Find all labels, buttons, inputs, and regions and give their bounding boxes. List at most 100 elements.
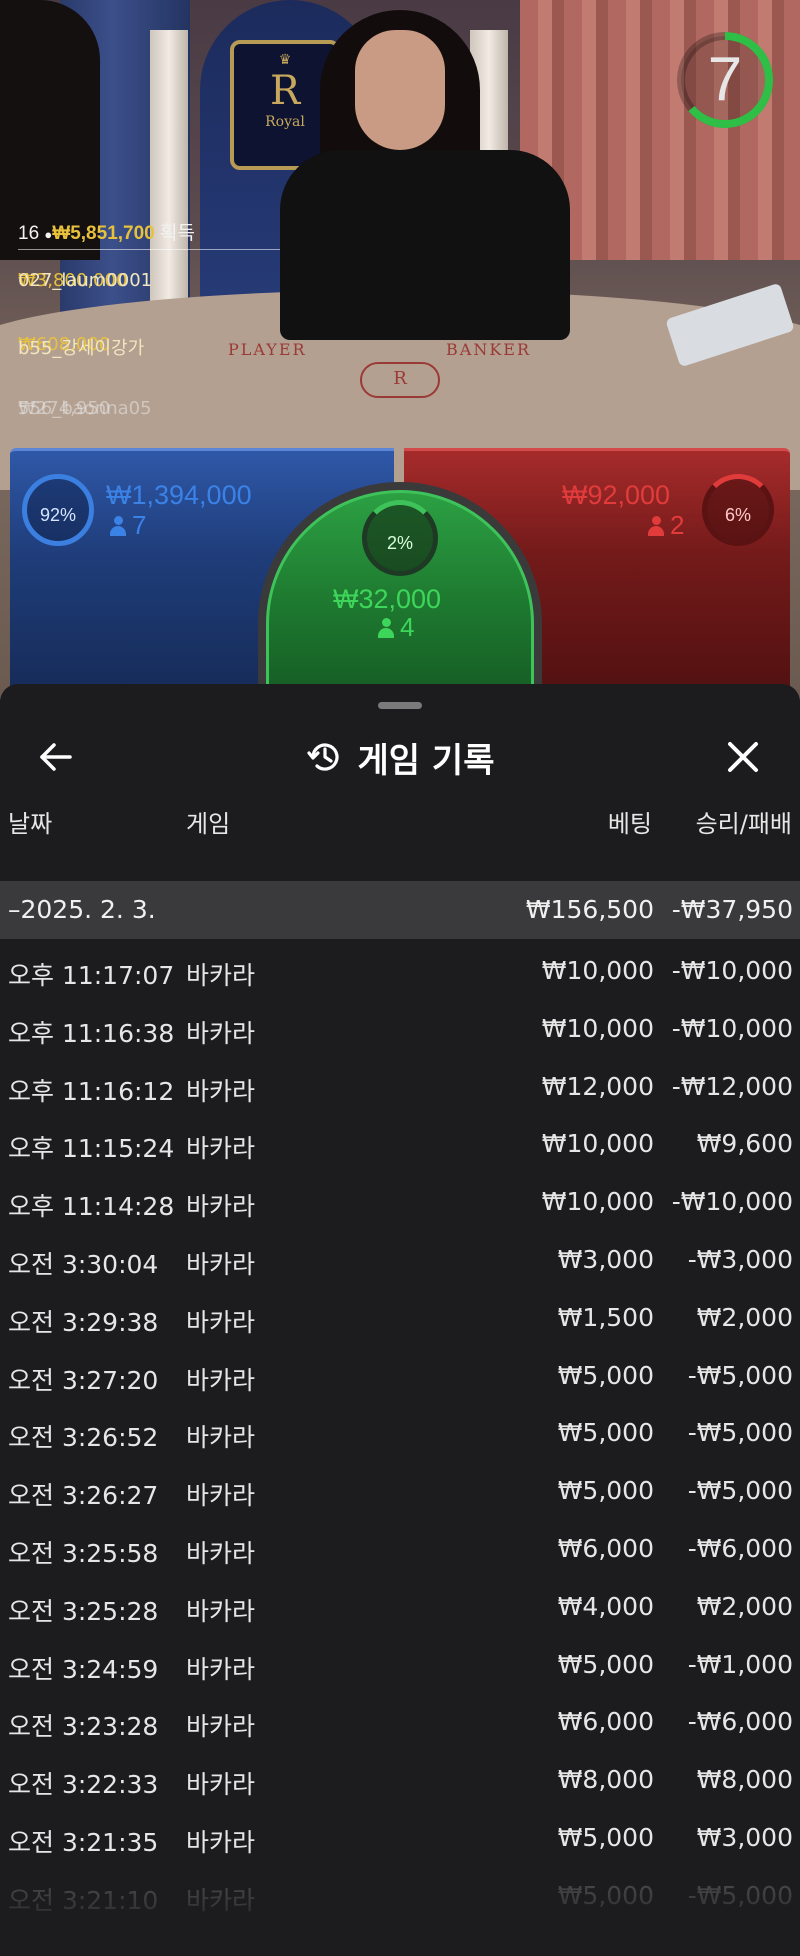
history-row[interactable]: 오후 11:16:12 바카라 ₩12,000 -₩12,000 [0,1058,800,1116]
history-row-result: -₩10,000 [671,1187,793,1217]
winner-row: ₩3,800,000 027_laum0001 [18,256,280,314]
history-row-game: 바카라 [186,1365,256,1395]
history-row-bet: ₩10,000 [541,1129,654,1159]
history-row-bet: ₩6,000 [557,1707,654,1737]
tie-bet-amount: ₩32,000 [333,584,442,614]
history-row[interactable]: 오후 11:14:28 바카라 ₩10,000 -₩10,000 [0,1173,800,1231]
sheet-title: 게임 기록 [0,724,800,790]
history-row-time: 오전 3:30:04 [8,1249,159,1279]
history-row-game: 바카라 [186,1134,256,1164]
history-row-result: -₩5,000 [687,1476,793,1506]
history-row[interactable]: 오전 3:26:27 바카라 ₩5,000 -₩5,000 [0,1462,800,1520]
date-group-result-total: -₩37,950 [671,895,793,924]
history-row-bet: ₩5,000 [557,1418,654,1448]
history-row-time: 오전 3:27:20 [8,1365,159,1395]
history-column-headers: 날짜 게임 베팅 승리/패배 [0,804,800,854]
sheet-drag-handle[interactable] [378,702,422,709]
winner-row: ₩274,950 556_baonna05 [18,384,280,442]
history-row-game: 바카라 [186,961,256,990]
history-row-game: 바카라 [186,1827,256,1857]
history-row-game: 바카라 [186,1481,256,1511]
history-row-time: 오전 3:24:59 [8,1654,159,1684]
history-row-time: 오전 3:26:52 [8,1423,159,1453]
history-row[interactable]: 오후 11:16:38 바카라 ₩10,000 -₩10,000 [0,1000,800,1058]
history-row-bet: ₩5,000 [557,1476,654,1506]
dealer-face [355,30,445,150]
table-label-banker: BANKER [446,340,531,359]
history-row-game: 바카라 [186,1596,256,1626]
history-row-time: 오후 11:17:07 [8,961,175,990]
history-row-result: ₩2,000 [696,1591,793,1621]
history-row-time: 오후 11:16:38 [8,1018,175,1048]
winners-total-suffix: 획득 [160,223,195,244]
column-header-result[interactable]: 승리/패배 [696,804,792,839]
history-row-game: 바카라 [186,1538,256,1568]
history-row-bet: ₩6,000 [557,1533,654,1563]
history-row-result: -₩10,000 [671,956,793,985]
history-row-result: ₩9,600 [696,1129,793,1159]
history-row-bet: ₩5,000 [557,1360,654,1390]
history-row[interactable]: 오전 3:21:35 바카라 ₩5,000 ₩3,000 [0,1809,800,1867]
history-row-time: 오전 3:29:38 [8,1307,159,1337]
history-row-time: 오전 3:21:35 [8,1827,159,1857]
countdown-timer: 7 [675,30,775,130]
sheet-title-text: 게임 기록 [357,740,495,781]
winner-name: 027_laum0001 [18,270,153,291]
countdown-number: 7 [707,45,743,114]
person-icon [110,516,126,536]
history-row[interactable]: 오전 3:27:20 바카라 ₩5,000 -₩5,000 [0,1347,800,1405]
history-row[interactable]: 오전 3:25:28 바카라 ₩4,000 ₩2,000 [0,1578,800,1636]
history-row[interactable]: 오전 3:23:28 바카라 ₩6,000 -₩6,000 [0,1693,800,1751]
winners-overlay: 16 ●₩5,851,700 획득 ₩3,800,000 027_laum000… [18,218,280,447]
history-row[interactable]: 오전 3:30:04 바카라 ₩3,000 -₩3,000 [0,1231,800,1289]
history-row-game: 바카라 [186,1423,256,1453]
banker-bettor-count: 2 [648,510,684,541]
close-button[interactable] [718,732,768,782]
history-row-game: 바카라 [186,1885,256,1915]
history-row-result: ₩8,000 [696,1765,793,1795]
history-row-bet: ₩10,000 [541,1187,654,1217]
history-row-time: 오전 3:22:33 [8,1770,159,1800]
history-row[interactable]: 오전 3:21:10 바카라 ₩5,000 -₩5,000 [0,1867,800,1925]
column-header-bet[interactable]: 베팅 [608,804,652,839]
history-row-bet: ₩5,000 [557,1880,654,1910]
history-row-result: -₩5,000 [687,1360,793,1390]
date-group-bet-total: ₩156,500 [525,895,654,924]
history-row[interactable]: 오전 3:25:58 바카라 ₩6,000 -₩6,000 [0,1520,800,1578]
history-row-game: 바카라 [186,1192,256,1222]
history-row[interactable]: 오전 3:29:38 바카라 ₩1,500 ₩2,000 [0,1289,800,1347]
history-row[interactable]: 오전 3:24:59 바카라 ₩5,000 -₩1,000 [0,1636,800,1694]
history-row-bet: ₩10,000 [541,956,654,985]
history-row-result: ₩2,000 [696,1302,793,1332]
column-header-game[interactable]: 게임 [186,804,230,839]
player-bettor-count: 7 [110,510,146,541]
history-row-time: 오후 11:14:28 [8,1192,175,1222]
history-row-result: -₩6,000 [687,1707,793,1737]
history-row[interactable]: 오후 11:15:24 바카라 ₩10,000 ₩9,600 [0,1115,800,1173]
history-row-result: -₩5,000 [687,1880,793,1910]
history-row-bet: ₩8,000 [557,1765,654,1795]
table-logo: R [360,362,440,398]
history-row-bet: ₩1,500 [557,1302,654,1332]
history-row-result: -₩5,000 [687,1418,793,1448]
sheet-header: 게임 기록 [0,724,800,794]
history-row-bet: ₩5,000 [557,1649,654,1679]
history-row[interactable]: 오전 3:26:52 바카라 ₩5,000 -₩5,000 [0,1404,800,1462]
banker-percent-ring: 6% [702,474,774,546]
history-row-result: -₩10,000 [671,1013,793,1043]
history-row-time: 오후 11:16:12 [8,1076,175,1106]
dealer-body [280,150,570,340]
history-row[interactable]: 오전 3:22:33 바카라 ₩8,000 ₩8,000 [0,1751,800,1809]
history-row-time: 오전 3:25:28 [8,1596,159,1626]
player-percent-ring: 92% [22,474,94,546]
history-row-bet: ₩12,000 [541,1071,654,1101]
history-row-bet: ₩10,000 [541,1013,654,1043]
column-header-date[interactable]: 날짜 [8,804,52,839]
date-group-date: –2025. 2. 3. [8,895,156,924]
history-row-game: 바카라 [186,1076,256,1106]
history-row[interactable]: 오후 11:17:07 바카라 ₩10,000 -₩10,000 [0,942,800,1000]
history-row-game: 바카라 [186,1249,256,1279]
date-group-row[interactable]: –2025. 2. 3. ₩156,500 -₩37,950 [0,881,800,939]
history-row-result: -₩6,000 [687,1533,793,1563]
history-row-game: 바카라 [186,1307,256,1337]
